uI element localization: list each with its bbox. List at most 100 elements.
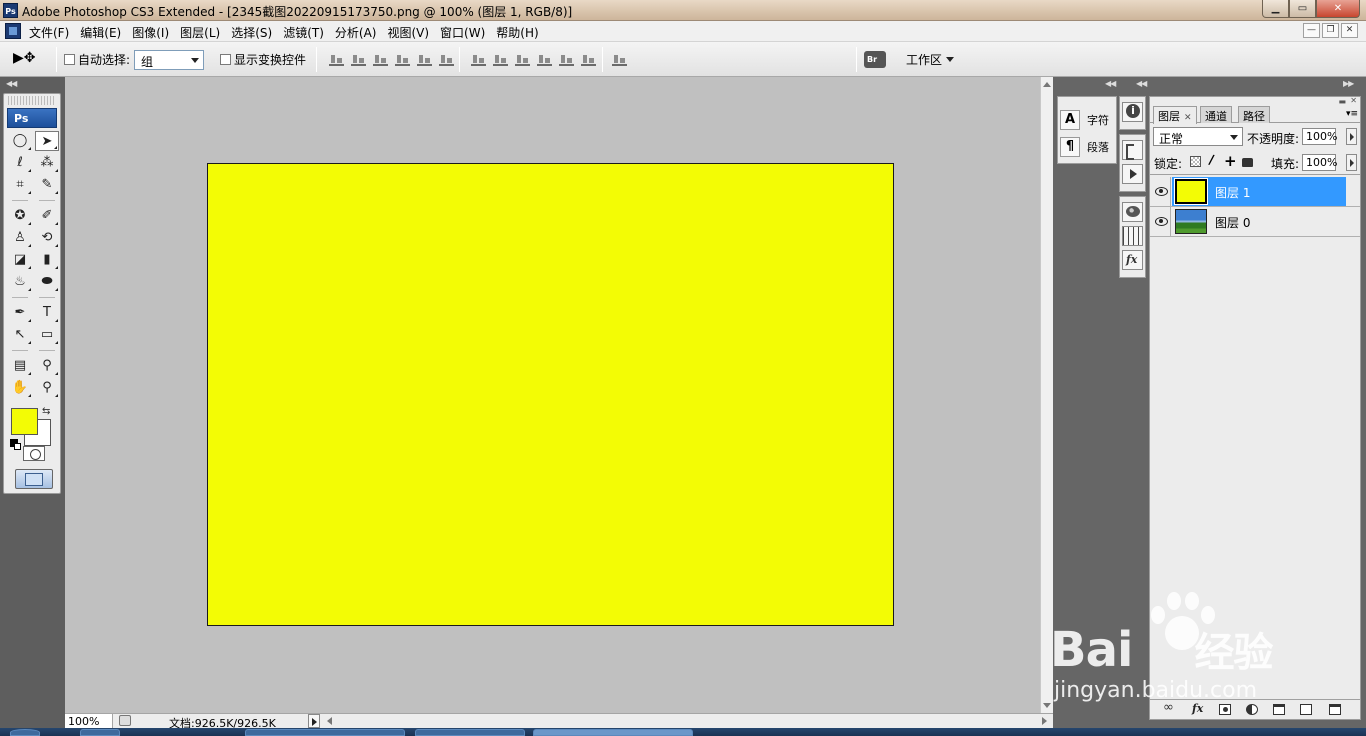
taskbar-item[interactable] [415, 729, 525, 736]
visibility-eye-icon[interactable] [1150, 207, 1171, 236]
doc-restore-button[interactable]: ❐ [1322, 23, 1339, 38]
document-icon[interactable] [5, 23, 21, 39]
distribute-horizontal-center-icon[interactable] [559, 52, 574, 66]
scroll-down-icon[interactable] [1043, 703, 1051, 708]
new-group-icon[interactable] [1273, 704, 1285, 715]
doc-minimize-button[interactable]: — [1303, 23, 1320, 38]
align-right-icon[interactable] [439, 52, 454, 66]
magic-wand-tool-icon[interactable]: ⁂ [35, 153, 59, 173]
align-left-icon[interactable] [395, 52, 410, 66]
panel-menu-icon[interactable]: ▾≡ [1346, 109, 1358, 119]
doc-close-button[interactable]: ✕ [1341, 23, 1358, 38]
close-button[interactable]: ✕ [1316, 0, 1360, 18]
type-tool-icon[interactable]: T [35, 303, 59, 323]
vertical-scrollbar[interactable] [1040, 77, 1053, 713]
tab-channels[interactable]: 通道 [1200, 106, 1232, 123]
zoom-tool-icon[interactable]: ⚲ [35, 378, 59, 398]
distribute-left-icon[interactable] [537, 52, 552, 66]
paragraph-panel-button[interactable]: ¶ 段落 [1060, 135, 1109, 159]
info-icon[interactable] [1122, 102, 1143, 122]
taskbar-item[interactable] [245, 729, 405, 736]
blur-tool-icon[interactable]: ♨ [8, 272, 32, 292]
align-horizontal-center-icon[interactable] [417, 52, 432, 66]
auto-align-layers-icon[interactable] [612, 52, 627, 66]
bridge-browse-icon[interactable] [864, 51, 886, 68]
quick-mask-button[interactable] [23, 446, 45, 461]
visibility-eye-icon[interactable] [1150, 177, 1171, 206]
swap-colors-icon[interactable]: ⇆ [42, 406, 50, 417]
start-button[interactable] [10, 729, 40, 736]
new-layer-icon[interactable] [1300, 704, 1312, 715]
lasso-tool-icon[interactable]: ℓ [8, 153, 32, 173]
default-colors-icon[interactable] [10, 439, 21, 450]
status-info-icon[interactable] [119, 715, 131, 726]
scroll-up-icon[interactable] [1043, 82, 1051, 87]
tab-layers[interactable]: 图层 ✕ [1153, 106, 1197, 124]
history-icon[interactable] [1122, 140, 1143, 160]
close-icon[interactable]: ✕ [1184, 113, 1192, 123]
color-palette-icon[interactable] [1122, 202, 1143, 222]
layer-body[interactable]: 图层 1 [1172, 177, 1346, 206]
auto-select-checkbox[interactable] [64, 54, 75, 65]
distribute-top-icon[interactable] [471, 52, 486, 66]
gradient-tool-icon[interactable]: ▮ [35, 250, 59, 270]
eyedropper-tool-icon[interactable]: ⚲ [35, 356, 59, 376]
swatches-icon[interactable] [1122, 226, 1143, 246]
add-mask-icon[interactable] [1219, 704, 1231, 715]
menu-filter[interactable]: 滤镜(T) [283, 24, 331, 41]
menu-help[interactable]: 帮助(H) [496, 24, 545, 41]
distribute-bottom-icon[interactable] [515, 52, 530, 66]
adjustment-layer-icon[interactable] [1246, 704, 1258, 715]
auto-select-option[interactable]: 自动选择: [64, 51, 130, 68]
actions-icon[interactable] [1122, 164, 1143, 184]
workspace-menu-button[interactable]: 工作区 [906, 51, 954, 68]
distribute-right-icon[interactable] [581, 52, 596, 66]
menu-select[interactable]: 选择(S) [231, 24, 279, 41]
lock-pixels-icon[interactable] [1207, 156, 1218, 167]
move-tool-icon[interactable]: ➤ [35, 131, 59, 151]
menu-image[interactable]: 图像(I) [132, 24, 176, 41]
scroll-right-icon[interactable] [1042, 717, 1047, 725]
screen-mode-button[interactable] [15, 469, 53, 489]
fill-slider-button[interactable] [1346, 154, 1357, 171]
menu-window[interactable]: 窗口(W) [440, 24, 492, 41]
slice-tool-icon[interactable]: ✎ [35, 175, 59, 195]
healing-brush-tool-icon[interactable]: ✪ [8, 206, 32, 226]
show-transform-option[interactable]: 显示变换控件 [220, 51, 306, 68]
opacity-slider-button[interactable] [1346, 128, 1357, 145]
layer-row-layer-0[interactable]: 图层 0 [1150, 207, 1360, 237]
eraser-tool-icon[interactable]: ◪ [8, 250, 32, 270]
move-tool-icon[interactable]: ▶✥ [13, 50, 51, 70]
collapse-panel-icon[interactable]: ◀◀ [1105, 79, 1116, 88]
fill-input[interactable]: 100% [1302, 154, 1337, 171]
taskbar-item-active[interactable] [533, 729, 693, 736]
crop-tool-icon[interactable]: ⌗ [8, 175, 32, 195]
path-selection-tool-icon[interactable]: ↖ [8, 325, 32, 345]
menu-file[interactable]: 文件(F) [29, 24, 76, 41]
hand-tool-icon[interactable]: ✋ [8, 378, 32, 398]
collapse-panel-icon[interactable]: ▶▶ [1343, 79, 1354, 88]
blend-mode-dropdown[interactable]: 正常 [1153, 127, 1243, 146]
tab-paths[interactable]: 路径 [1238, 106, 1270, 123]
dodge-tool-icon[interactable]: ⬬ [35, 272, 59, 292]
menu-analysis[interactable]: 分析(A) [335, 24, 384, 41]
character-panel-button[interactable]: A 字符 [1060, 108, 1109, 132]
align-vertical-center-icon[interactable] [351, 52, 366, 66]
close-panel-icon[interactable]: ✕ [1350, 96, 1357, 105]
layer-body[interactable]: 图层 0 [1172, 207, 1346, 236]
clone-stamp-tool-icon[interactable]: ♙ [8, 228, 32, 248]
show-transform-checkbox[interactable] [220, 54, 231, 65]
history-brush-tool-icon[interactable]: ⟲ [35, 228, 59, 248]
maximize-button[interactable]: ▭ [1289, 0, 1316, 18]
document-canvas[interactable] [207, 163, 894, 626]
foreground-color-swatch[interactable] [11, 408, 38, 435]
lock-transparency-icon[interactable] [1190, 156, 1201, 167]
collapse-panel-icon[interactable]: ◀◀ [1136, 79, 1147, 88]
toolbox-grip[interactable] [8, 96, 56, 105]
layer-style-icon[interactable] [1192, 702, 1204, 715]
layer-row-layer-1[interactable]: 图层 1 [1150, 177, 1360, 207]
menu-layer[interactable]: 图层(L) [180, 24, 227, 41]
photoshop-logo[interactable]: Ps [7, 108, 57, 128]
styles-icon[interactable] [1122, 250, 1143, 270]
align-top-icon[interactable] [329, 52, 344, 66]
